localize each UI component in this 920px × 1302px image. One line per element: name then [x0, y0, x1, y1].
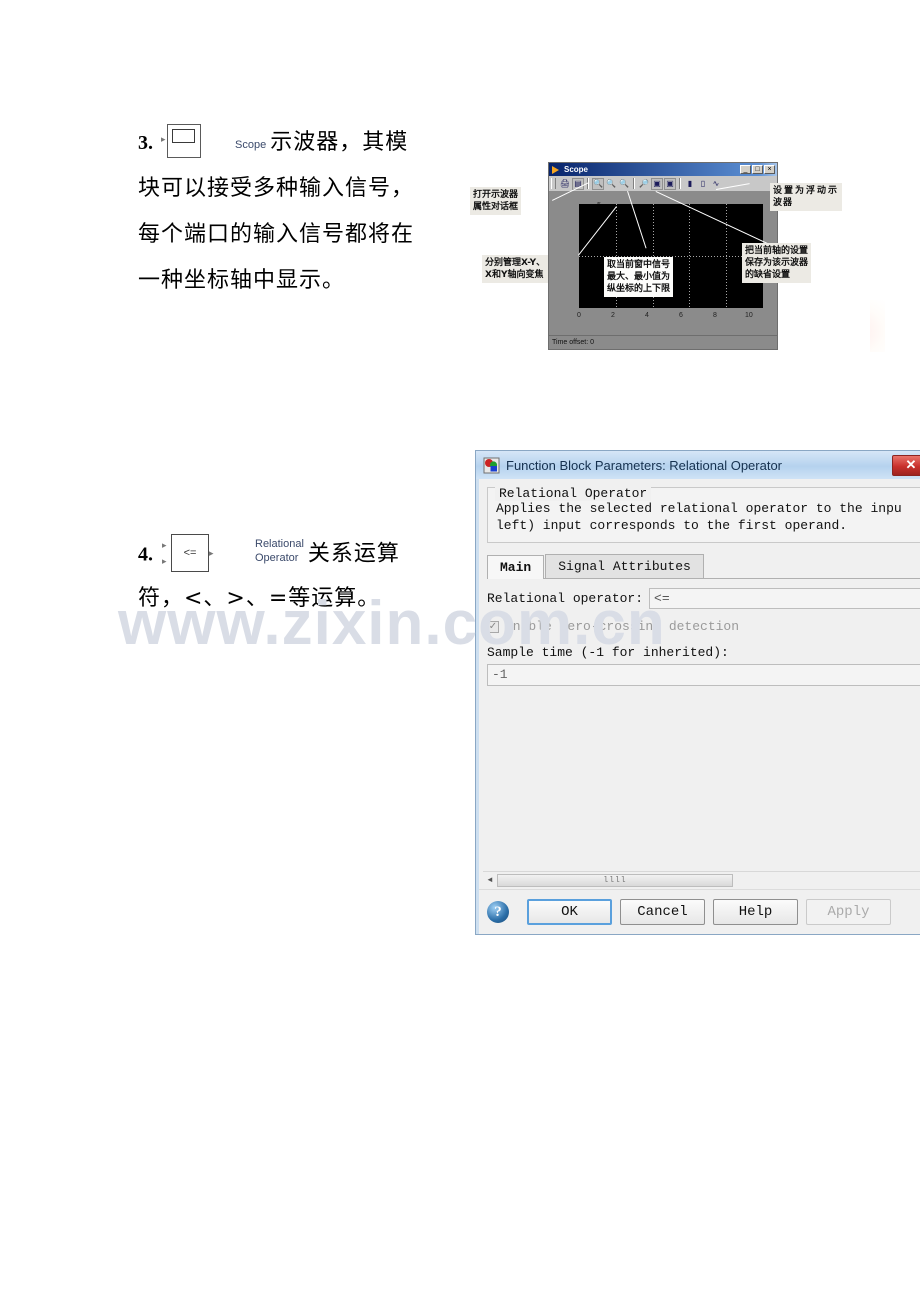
grid-line-v-8	[726, 204, 728, 308]
x-tick-10: 10	[745, 312, 753, 319]
relational-operator-select[interactable]: <=	[649, 588, 920, 609]
item3-line-3: 一种坐标轴中显示。	[138, 268, 346, 293]
toolbar-grip[interactable]	[551, 178, 556, 189]
callout-open-properties-line1: 打开示波器	[473, 190, 519, 200]
scrollbar-thumb[interactable]: llll	[497, 873, 733, 887]
x-tick-8: 8	[713, 312, 717, 319]
tab-signal-attributes[interactable]: Signal Attributes	[545, 554, 704, 578]
restore-axes-icon[interactable]: ▣	[664, 177, 676, 190]
zoom-x-icon[interactable]: 🔍	[605, 178, 617, 190]
scroll-left-arrow-icon[interactable]: ◄	[483, 876, 497, 885]
close-icon[interactable]: ×	[764, 165, 775, 174]
callout-open-properties-line2: 属性对话框	[473, 202, 519, 212]
relop-block-label-line1: Relational	[255, 538, 304, 550]
list-item-4: 4. ▸ ▸ ▸ <= Relational Operator 关系运算 符，<…	[138, 530, 468, 622]
callout-zoom-axes-line2: X和Y轴向变焦	[485, 270, 544, 280]
ok-button[interactable]: OK	[527, 899, 612, 925]
help-icon[interactable]: ?	[487, 901, 509, 923]
scope-block-icon: ▸	[161, 124, 203, 160]
callout-floating-scope: 设置为浮动示 波器	[770, 183, 843, 211]
callout-save-default-line1: 把当前轴的设置	[745, 246, 809, 256]
item3-line-0: 示波器，其模	[270, 130, 409, 155]
callout-open-properties: 打开示波器 属性对话框	[470, 187, 522, 215]
relational-operator-group: Relational Operator Applies the selected…	[487, 486, 920, 543]
callout-save-default: 把当前轴的设置 保存为该示波器 的缺省设置	[742, 243, 812, 283]
scope-status-bar: Time offset: 0	[549, 335, 777, 349]
callout-save-default-line3: 的缺省设置	[745, 270, 791, 280]
dialog-tabs: Main Signal Attributes	[487, 553, 920, 579]
item4-number: 4.	[138, 543, 153, 566]
zero-crossing-row[interactable]: ✓ Enable zero-crossing detection	[487, 619, 920, 634]
dialog-description: Applies the selected relational operator…	[496, 501, 902, 533]
relational-operator-label: Relational operator:	[487, 591, 644, 606]
toolbar-separator-3	[679, 178, 681, 189]
horizontal-scrollbar[interactable]: ◄ llll	[483, 871, 920, 888]
callout-autoscale-line1: 取当前窗中信号	[607, 260, 671, 270]
autoscale-icon[interactable]: 🔎	[638, 178, 650, 190]
relational-operator-row: Relational operator: <=	[487, 588, 920, 609]
minimize-icon[interactable]: _	[740, 165, 751, 174]
scope-figure: Scope _ □ × 🖨 ▤ 🔍 🔍 🔍 🔎 ▣ ▣ ▮ ▯ ∿ 0 2 4 …	[470, 155, 870, 355]
scope-block-label: Scope	[235, 139, 267, 152]
item4-line-1: 符，<、>、=等运算。	[138, 586, 381, 611]
toolbar-separator-2	[633, 178, 635, 189]
item3-line-1: 块可以接受多种输入信号，	[138, 176, 415, 201]
callout-floating-scope-line1: 设置为浮动示	[773, 186, 840, 196]
scope-window-title: Scope	[564, 165, 589, 174]
x-tick-2: 2	[611, 312, 615, 319]
dialog-title: Function Block Parameters: Relational Op…	[506, 457, 783, 473]
x-tick-4: 4	[645, 312, 649, 319]
item3-first-line: 3. ▸ Scope 示波器，其模	[138, 120, 458, 166]
zoom-y-icon[interactable]: 🔍	[618, 178, 630, 190]
list-item-3: 3. ▸ Scope 示波器，其模 块可以接受多种输入信号， 每个端口的输入信号…	[138, 120, 458, 304]
tab-main[interactable]: Main	[487, 555, 545, 579]
dialog-button-bar: ? OK Cancel Help Apply	[479, 889, 920, 934]
relop-output-port: ▸	[209, 548, 214, 558]
function-block-parameters-dialog: Function Block Parameters: Relational Op…	[475, 450, 920, 935]
callout-zoom-axes: 分别管理X-Y、 X和Y轴向变焦	[482, 255, 549, 283]
callout-autoscale-line3: 纵坐标的上下限	[607, 284, 671, 294]
relop-block-label-line2: Operator	[255, 552, 299, 564]
item4-line-0: 关系运算	[307, 541, 400, 567]
item3-line-2: 每个端口的输入信号都将在	[138, 222, 415, 247]
sample-time-label: Sample time (-1 for inherited):	[487, 645, 729, 660]
item4-first-line: 4. ▸ ▸ ▸ <= Relational Operator 关系运算	[138, 530, 468, 576]
save-axes-icon[interactable]: ▣	[651, 177, 663, 190]
zero-crossing-label: Enable zero-crossing detection	[505, 619, 740, 634]
help-button[interactable]: Help	[713, 899, 798, 925]
scope-titlebar: Scope _ □ ×	[549, 163, 777, 176]
group-legend: Relational Operator	[495, 486, 652, 501]
callout-autoscale-line2: 最大、最小值为	[607, 272, 671, 282]
callout-zoom-axes-line1: 分别管理X-Y、	[485, 258, 546, 268]
relop-block-label: Relational Operator	[255, 537, 304, 565]
cancel-button[interactable]: Cancel	[620, 899, 705, 925]
apply-button[interactable]: Apply	[806, 899, 891, 925]
lock-axes-icon[interactable]: ▯	[697, 178, 709, 190]
item3-number: 3.	[138, 132, 153, 154]
simulink-icon	[483, 457, 500, 474]
relop-operator-symbol: <=	[183, 547, 197, 559]
matlab-icon	[551, 165, 561, 175]
sample-time-input[interactable]: -1	[487, 664, 920, 686]
grid-line-v-6	[689, 204, 691, 308]
callout-floating-scope-line2: 波器	[773, 198, 794, 208]
scope-window-buttons: _ □ ×	[740, 165, 775, 174]
x-tick-0: 0	[577, 312, 581, 319]
callout-save-default-line2: 保存为该示波器	[745, 258, 809, 268]
floating-scope-icon[interactable]: ▮	[684, 178, 696, 190]
dialog-titlebar[interactable]: Function Block Parameters: Relational Op…	[476, 451, 920, 480]
print-icon[interactable]: 🖨	[559, 178, 571, 190]
relational-operator-block-icon: ▸ ▸ ▸ <=	[161, 530, 221, 574]
maximize-icon[interactable]: □	[752, 165, 763, 174]
dialog-body: Relational Operator Applies the selected…	[476, 479, 920, 934]
zoom-xy-icon[interactable]: 🔍	[592, 177, 604, 190]
close-icon[interactable]: ✕	[892, 454, 920, 476]
x-tick-6: 6	[679, 312, 683, 319]
zero-crossing-checkbox[interactable]: ✓	[487, 620, 499, 633]
scope-block-screen	[172, 129, 195, 144]
callout-autoscale: 取当前窗中信号 最大、最小值为 纵坐标的上下限	[604, 257, 674, 297]
